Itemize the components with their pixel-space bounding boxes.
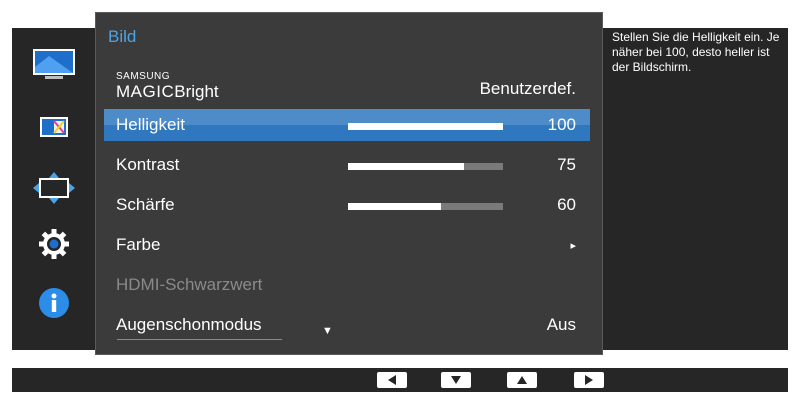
info-icon[interactable]: [12, 283, 96, 323]
right-arrow-icon[interactable]: [574, 372, 604, 388]
menu-item-label: Augenschonmodus: [116, 315, 262, 334]
contrast-slider[interactable]: [348, 163, 503, 170]
menu-item-sharpness[interactable]: Schärfe 60: [104, 189, 590, 221]
up-arrow-icon[interactable]: [507, 372, 537, 388]
help-text: Stellen Sie die Helligkeit ein. Je näher…: [612, 30, 780, 74]
magic-bright-logo: SAMSUNG MAGICBright: [116, 72, 219, 102]
submenu-arrow-icon: ▸: [570, 240, 576, 252]
slider-fill: [348, 123, 503, 130]
osd-sidebar: [12, 28, 96, 350]
menu-item-label: HDMI-Schwarzwert: [116, 275, 263, 294]
menu-item-label: Farbe: [116, 235, 161, 254]
brightness-slider[interactable]: [348, 123, 503, 130]
nav-button-bar: [12, 368, 788, 392]
magic-bright-value: Benutzerdef.: [479, 79, 576, 98]
scroll-down-icon[interactable]: ▼: [322, 325, 333, 337]
picture-icon[interactable]: [12, 44, 96, 84]
settings-icon[interactable]: [12, 224, 96, 264]
slider-fill: [348, 203, 441, 210]
magic-brand-small: SAMSUNG: [116, 71, 171, 82]
menu-item-contrast[interactable]: Kontrast 75: [104, 149, 590, 181]
down-arrow-icon[interactable]: [441, 372, 471, 388]
menu-item-label: Kontrast: [116, 155, 180, 174]
menu-item-color[interactable]: Farbe ▸: [104, 229, 590, 261]
focus-underline: [117, 339, 282, 340]
left-arrow-icon[interactable]: [377, 372, 407, 388]
eye-saver-value: Aus: [546, 315, 576, 334]
menu-item-brightness[interactable]: Helligkeit 100: [104, 109, 590, 141]
color-icon[interactable]: [12, 107, 96, 147]
sharpness-value: 60: [557, 195, 576, 214]
menu-item-magic-bright[interactable]: SAMSUNG MAGICBright Benutzerdef.: [104, 69, 590, 102]
slider-fill: [348, 163, 465, 170]
size-position-icon[interactable]: [12, 168, 96, 208]
menu-item-label: Schärfe: [116, 195, 175, 214]
picture-menu: Bild SAMSUNG MAGICBright Benutzerdef. He…: [95, 12, 603, 355]
menu-item-hdmi-black-level: HDMI-Schwarzwert: [104, 269, 590, 301]
menu-title: Bild: [108, 27, 137, 46]
menu-item-label: Helligkeit: [116, 115, 185, 134]
sharpness-slider[interactable]: [348, 203, 503, 210]
menu-item-eye-saver[interactable]: Augenschonmodus Aus: [104, 309, 590, 341]
magic-brand-large: MAGIC: [116, 82, 175, 101]
contrast-value: 75: [557, 155, 576, 174]
magic-bright-name: Bright: [174, 82, 219, 101]
brightness-value: 100: [547, 115, 576, 134]
